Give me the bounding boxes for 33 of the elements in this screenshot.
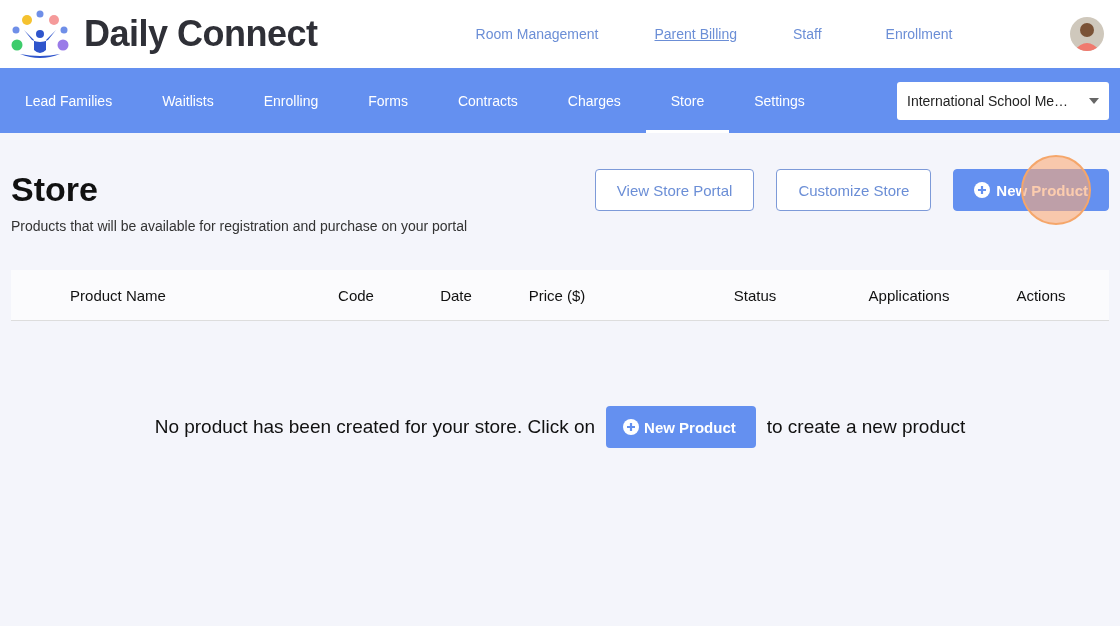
column-header: Date (439, 286, 473, 304)
action-button[interactable]: View Store Portal (594, 169, 755, 211)
column-header: Code (337, 286, 375, 304)
column-header: Price ($) (527, 286, 587, 304)
column-header: Status (732, 286, 778, 304)
tab[interactable]: Store (645, 68, 730, 133)
page-title: Store (11, 169, 99, 209)
tab[interactable]: Forms (343, 68, 433, 133)
new-product-button[interactable]: New Product (606, 406, 756, 448)
plus-icon (623, 419, 640, 435)
action-button[interactable]: Customize Store (776, 169, 932, 211)
column-header: Actions (1015, 286, 1067, 304)
tab[interactable]: Waitlists (137, 68, 239, 133)
empty-message: No product has been created for your store. Click on (154, 416, 596, 438)
column-header: Applications (867, 286, 951, 304)
nav-link[interactable]: Room Management (475, 26, 599, 42)
tab[interactable]: Charges (542, 68, 646, 133)
school-select[interactable]: International School Me… (897, 81, 1109, 120)
logo-icon (10, 10, 70, 58)
tab[interactable]: Enrolling (238, 68, 344, 133)
nav-link[interactable]: Staff (793, 26, 822, 42)
tab[interactable]: Contracts (432, 68, 543, 133)
tab[interactable]: Lead Families (0, 68, 138, 133)
tab[interactable]: Settings (729, 68, 830, 133)
nav-link[interactable]: Enrollment (885, 26, 953, 42)
page-subtitle: Products that will be available for registration and purchase on your portal (11, 218, 469, 234)
column-header: Product Name (69, 286, 167, 304)
avatar[interactable] (1070, 17, 1104, 51)
plus-icon (974, 182, 991, 198)
nav-link[interactable]: Parent Billing (654, 26, 737, 42)
empty-message: to create a new product (766, 416, 966, 438)
brand-name: Daily Connect (84, 13, 318, 55)
caret-icon (1089, 97, 1099, 104)
